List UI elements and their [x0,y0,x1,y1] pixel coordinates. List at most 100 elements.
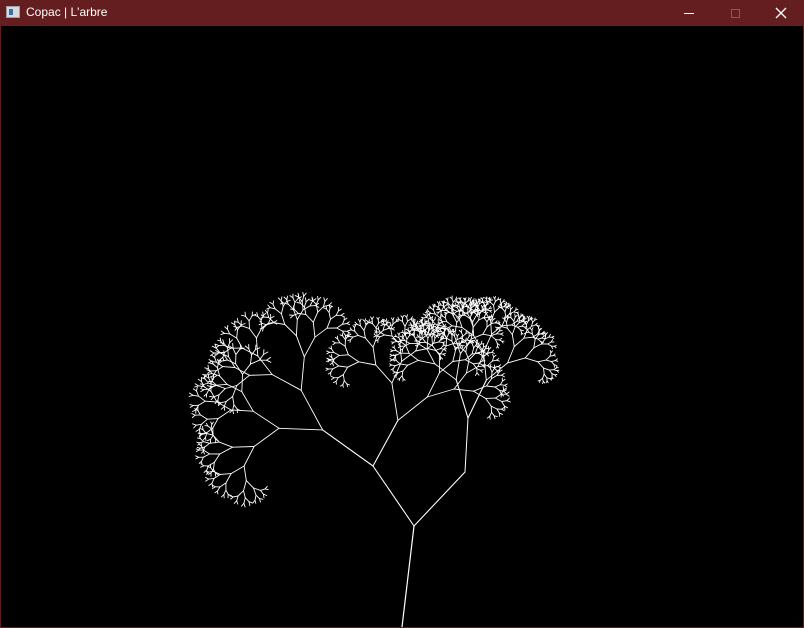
tree-branch [296,309,304,320]
tree-branch [531,327,534,331]
tree-branch [347,354,360,363]
tree-branch [499,298,502,301]
title-bar[interactable]: Copac | L'arbre [0,0,804,26]
tree-branch [230,409,254,412]
tree-branch [194,385,199,388]
tree-branch [364,318,367,322]
tree-branch [267,312,270,318]
tree-branch [472,362,480,365]
tree-branch [446,333,450,339]
tree-branch [506,322,508,329]
tree-branch [431,324,433,332]
tree-branch [214,357,217,363]
tree-branch [212,363,218,369]
tree-branch [194,383,199,387]
tree-branch [547,343,552,347]
tree-branch [305,314,314,323]
tree-branch [379,334,386,338]
tree-branch [332,365,340,370]
tree-branch [501,401,505,407]
tree-branch [326,318,331,329]
tree-branch [205,478,210,482]
tree-branch [208,470,214,473]
tree-branch [417,359,436,365]
tree-branch [483,333,492,353]
tree-branch [496,345,498,349]
tree-branch [243,502,246,508]
tree-branch [502,378,506,382]
tree-branch [553,369,558,372]
tree-branch [270,315,275,319]
tree-branch [195,455,200,458]
tree-branch [235,348,241,355]
tree-branch [545,359,552,363]
tree-branch [501,400,508,402]
tree-branch [340,384,344,387]
tree-branch [215,343,220,347]
tree-branch [469,296,472,301]
minimize-button[interactable] [666,0,712,26]
tree-branch [280,296,283,302]
tree-branch [189,404,194,407]
tree-branch [513,337,525,347]
tree-branch [204,378,209,384]
tree-branch [543,367,550,371]
tree-branch [372,419,399,467]
tree-branch [257,355,273,376]
tree-branch [262,493,265,499]
tree-branch [207,425,212,429]
tree-branch [506,397,510,402]
tree-branch [472,313,478,323]
tree-branch [363,324,367,331]
tree-branch [507,357,526,364]
tree-branch [255,337,259,357]
tree-branch [506,400,511,403]
tree-branch [461,331,464,337]
tree-branch [537,359,547,363]
tree-branch [406,335,410,340]
tree-branch [490,301,495,306]
tree-branch [328,302,333,306]
tree-branch [216,385,226,389]
tree-branch [377,316,380,320]
tree-branch [404,340,411,344]
tree-branch [201,456,204,462]
tree-branch [423,332,426,336]
tree-branch [438,341,444,344]
tree-branch [550,350,553,354]
tree-branch [513,316,516,322]
maximize-button[interactable] [712,0,758,26]
tree-branch [448,327,451,331]
tree-branch [205,476,210,480]
tree-branch [517,326,522,331]
tree-branch [384,334,393,337]
tree-branch [332,380,337,384]
tree-branch [263,316,270,318]
tree-branch [249,328,257,339]
tree-branch [208,482,213,486]
tree-branch [289,295,294,299]
tree-branch [472,321,475,337]
tree-branch [212,418,219,429]
tree-branch [243,465,247,482]
tree-branch [231,322,236,326]
tree-branch [277,297,282,302]
render-canvas[interactable] [1,26,803,627]
tree-branch [312,300,317,306]
tree-branch [541,332,546,335]
tree-branch [493,300,496,306]
tree-branch [476,368,482,371]
tree-branch [441,335,444,338]
tree-branch [191,414,196,419]
tree-branch [243,480,247,492]
window-app-icon[interactable] [6,6,20,18]
tree-branch [541,338,546,345]
close-button[interactable] [758,0,804,26]
tree-branch [372,323,377,329]
tree-branch [438,300,441,305]
tree-branch [501,326,508,329]
tree-branch [243,446,255,467]
tree-branch [420,316,424,319]
tree-branch [473,385,487,392]
tree-branch [438,308,442,312]
